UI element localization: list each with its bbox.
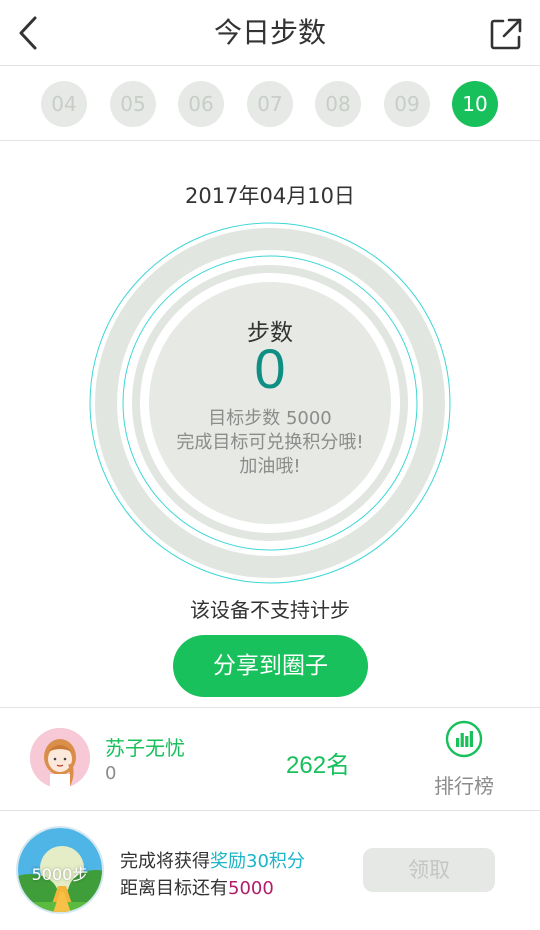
leaderboard-button[interactable]: 排行榜	[426, 720, 502, 802]
external-share-icon	[490, 18, 522, 50]
step-gauge: 步数 0 目标步数 5000 完成目标可兑换积分哦! 加油哦!	[89, 222, 451, 584]
reward-points: 奖励30积分	[210, 851, 305, 872]
date-tab-10[interactable]: 10	[452, 81, 498, 127]
steps-value: 0	[254, 337, 286, 400]
goal-hint: 完成目标可兑换积分哦!	[176, 432, 364, 453]
remaining-info: 距离目标还有5000	[120, 874, 274, 900]
bar-chart-icon	[445, 720, 483, 758]
date-tab-05[interactable]: 05	[110, 81, 156, 127]
date-tab-09[interactable]: 09	[384, 81, 430, 127]
user-name: 苏子无忧	[105, 736, 185, 760]
rank-suffix: 名	[326, 751, 351, 779]
share-to-circle-button[interactable]: 分享到圈子	[173, 635, 368, 697]
user-steps: 0	[105, 763, 117, 784]
date-tab-07[interactable]: 07	[247, 81, 293, 127]
ranking-row: 苏子无忧 0 262名 排行榜	[0, 707, 540, 811]
unsupported-notice: 该设备不支持计步	[190, 598, 350, 622]
leaderboard-label: 排行榜	[434, 774, 494, 798]
selected-date: 2017年04月10日	[185, 184, 355, 208]
avatar-illustration	[30, 728, 90, 788]
remaining-prefix: 距离目标还有	[120, 878, 228, 899]
avatar[interactable]	[30, 728, 90, 788]
reward-row: 5000步 完成将获得奖励30积分 距离目标还有5000 领取	[0, 811, 540, 930]
goal-badge: 5000步	[16, 826, 104, 914]
app-header: 今日步数	[0, 0, 540, 66]
goal-steps: 目标步数 5000	[208, 408, 332, 429]
share-button[interactable]	[486, 14, 526, 54]
date-tab-08[interactable]: 08	[315, 81, 361, 127]
rank-position: 262名	[286, 745, 350, 780]
cheer-text: 加油哦!	[239, 456, 301, 477]
reward-info: 完成将获得奖励30积分	[120, 847, 305, 873]
remaining-steps: 5000	[228, 878, 274, 899]
date-tab-06[interactable]: 06	[178, 81, 224, 127]
reward-prefix: 完成将获得	[120, 851, 210, 872]
claim-button[interactable]: 领取	[363, 848, 495, 892]
badge-label: 5000步	[31, 865, 89, 884]
page-title: 今日步数	[213, 16, 326, 49]
date-selector: 04 05 06 07 08 09 10	[0, 66, 540, 141]
gauge-center: 步数 0 目标步数 5000 完成目标可兑换积分哦! 加油哦!	[149, 282, 391, 524]
rank-number: 262	[286, 752, 327, 779]
date-tab-04[interactable]: 04	[41, 81, 87, 127]
